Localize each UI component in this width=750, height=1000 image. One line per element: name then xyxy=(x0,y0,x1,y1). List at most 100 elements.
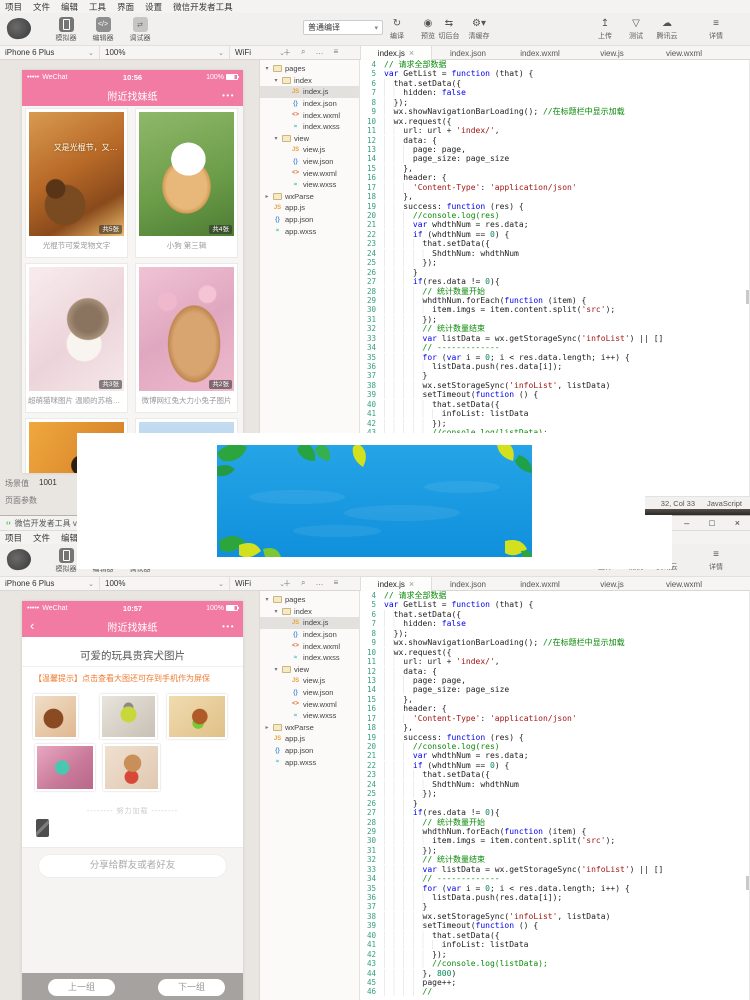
menu-设置[interactable]: 设置 xyxy=(145,1,162,13)
tab-close-icon[interactable]: × xyxy=(409,48,414,58)
menu-文件[interactable]: 文件 xyxy=(33,532,50,544)
tab-index.js[interactable]: index.js× xyxy=(360,46,432,60)
device-select[interactable]: iPhone 6 Plus⌄ xyxy=(0,577,100,590)
menu-文件[interactable]: 文件 xyxy=(33,1,50,13)
photo-card[interactable]: 又是光棍节，又…共5张光棍节可爱宠物文字 xyxy=(25,108,128,258)
photo-card[interactable]: 共4张小狗 第三辑 xyxy=(135,108,238,258)
zoom-select[interactable]: 100%⌄ xyxy=(100,577,230,590)
tree-item-pages[interactable]: ▾pages xyxy=(260,594,359,606)
compile-button[interactable]: ↻编译 xyxy=(384,17,410,41)
scrollbar[interactable] xyxy=(746,290,749,304)
search-icon[interactable]: ⌕ xyxy=(301,578,305,589)
tree-item-view.json[interactable]: {}view.json xyxy=(260,687,359,699)
photo-thumbnail[interactable] xyxy=(167,694,227,739)
simulator-button[interactable]: 模拟器 xyxy=(52,548,80,574)
tree-item-view[interactable]: ▾view xyxy=(260,664,359,676)
back-arrow-icon[interactable]: ‹ xyxy=(30,616,34,636)
tree-item-index.js[interactable]: JSindex.js xyxy=(260,617,359,629)
tab-index.js[interactable]: index.js× xyxy=(360,577,432,591)
menu-编辑[interactable]: 编辑 xyxy=(61,1,78,13)
menu-项目[interactable]: 项目 xyxy=(5,532,22,544)
tree-item-index.wxml[interactable]: <>index.wxml xyxy=(260,640,359,652)
share-button[interactable]: 分享给群友或者好友 xyxy=(38,854,227,878)
tree-item-index.wxss[interactable]: ≈index.wxss xyxy=(260,121,359,133)
tree-item-app.wxss[interactable]: ≈app.wxss xyxy=(260,225,359,237)
tree-item-view.js[interactable]: JSview.js xyxy=(260,675,359,687)
tree-item-app.json[interactable]: {}app.json xyxy=(260,214,359,226)
tree-item-app.json[interactable]: {}app.json xyxy=(260,745,359,757)
tree-item-app.js[interactable]: JSapp.js xyxy=(260,733,359,745)
close-button[interactable]: × xyxy=(735,518,740,528)
editor-button[interactable]: </>编辑器 xyxy=(89,17,117,43)
tab-view.wxml[interactable]: view.wxml xyxy=(648,577,720,591)
details-button[interactable]: ≡详情 xyxy=(703,17,729,41)
compile-mode-select[interactable]: 普通编译▾ xyxy=(303,20,383,35)
menu-项目[interactable]: 项目 xyxy=(5,1,22,13)
tab-close-icon[interactable]: × xyxy=(409,579,414,589)
tree-item-view.json[interactable]: {}view.json xyxy=(260,156,359,168)
tree-item-index.wxml[interactable]: <>index.wxml xyxy=(260,109,359,121)
menu-编辑[interactable]: 编辑 xyxy=(61,532,78,544)
device-select[interactable]: iPhone 6 Plus⌄ xyxy=(0,46,100,59)
more-icon[interactable]: … xyxy=(315,578,323,589)
tree-item-view.wxss[interactable]: ≈view.wxss xyxy=(260,179,359,191)
tree-item-view.wxml[interactable]: <>view.wxml xyxy=(260,698,359,710)
tab-view.wxml[interactable]: view.wxml xyxy=(648,46,720,60)
menu-dots-icon[interactable]: ••• xyxy=(222,622,235,631)
menu-工具[interactable]: 工具 xyxy=(89,1,106,13)
next-group-button[interactable]: 下一组 xyxy=(158,979,225,996)
tree-item-index.js[interactable]: JSindex.js xyxy=(260,86,359,98)
tab-view.js[interactable]: view.js xyxy=(576,577,648,591)
prev-group-button[interactable]: 上一组 xyxy=(48,979,115,996)
tree-item-app.wxss[interactable]: ≈app.wxss xyxy=(260,756,359,768)
tree-item-view.wxss[interactable]: ≈view.wxss xyxy=(260,710,359,722)
tree-item-app.js[interactable]: JSapp.js xyxy=(260,202,359,214)
clear-cache-button[interactable]: ⚙▾清缓存 xyxy=(466,17,492,41)
tree-item-index.json[interactable]: {}index.json xyxy=(260,98,359,110)
more-icon[interactable]: … xyxy=(315,47,323,58)
photo-thumbnail[interactable] xyxy=(103,744,160,791)
tree-item-index.wxss[interactable]: ≈index.wxss xyxy=(260,652,359,664)
menu-界面[interactable]: 界面 xyxy=(117,1,134,13)
menu-微信开发者工具[interactable]: 微信开发者工具 xyxy=(173,1,233,13)
minimize-button[interactable]: – xyxy=(684,518,689,528)
tab-index.json[interactable]: index.json xyxy=(432,577,504,591)
upload-button[interactable]: ↥上传 xyxy=(592,17,618,41)
simulator-button[interactable]: 模拟器 xyxy=(52,17,80,43)
debugger-button[interactable]: ⇄调试器 xyxy=(126,17,154,43)
tree-item-index.json[interactable]: {}index.json xyxy=(260,629,359,641)
tree-item-pages[interactable]: ▾pages xyxy=(260,63,359,75)
test-button[interactable]: ▽测试 xyxy=(623,17,649,41)
tree-item-wxParse[interactable]: ▸wxParse xyxy=(260,191,359,203)
add-file-icon[interactable]: ＋ xyxy=(283,47,291,58)
menu-dots-icon[interactable]: ••• xyxy=(222,91,235,100)
tab-index.json[interactable]: index.json xyxy=(432,46,504,60)
tree-item-view.wxml[interactable]: <>view.wxml xyxy=(260,167,359,179)
tencent-cloud-button[interactable]: ☁腾讯云 xyxy=(654,17,680,41)
tree-item-view.js[interactable]: JSview.js xyxy=(260,144,359,156)
tree-item-index[interactable]: ▾index xyxy=(260,75,359,87)
tree-item-wxParse[interactable]: ▸wxParse xyxy=(260,722,359,734)
search-icon[interactable]: ⌕ xyxy=(301,47,305,58)
tree-item-index[interactable]: ▾index xyxy=(260,606,359,618)
zoom-select[interactable]: 100%⌄ xyxy=(100,46,230,59)
photo-thumbnail[interactable] xyxy=(33,694,78,739)
network-select[interactable]: WiFi⌄ xyxy=(230,577,290,590)
collapse-all-icon[interactable]: ≡ xyxy=(333,578,338,589)
maximize-button[interactable]: □ xyxy=(709,518,714,528)
switch-background-button[interactable]: ⇆切后台 xyxy=(436,17,462,41)
tab-view.js[interactable]: view.js xyxy=(576,46,648,60)
code-editor[interactable]: 4// 请求全部数据5var GetList = function (that)… xyxy=(360,591,750,1000)
tree-item-view[interactable]: ▾view xyxy=(260,133,359,145)
add-file-icon[interactable]: ＋ xyxy=(283,578,291,589)
collapse-all-icon[interactable]: ≡ xyxy=(333,47,338,58)
photo-card[interactable]: 共2张微博网红兔大力小兔子图片 xyxy=(135,263,238,413)
tab-index.wxml[interactable]: index.wxml xyxy=(504,46,576,60)
scrollbar[interactable] xyxy=(746,876,749,890)
photo-thumbnail[interactable] xyxy=(100,694,157,739)
tab-index.wxml[interactable]: index.wxml xyxy=(504,577,576,591)
photo-card[interactable]: 共3张超萌猫咪图片 温顺的苏格兰折… xyxy=(25,263,128,413)
photo-thumbnail[interactable] xyxy=(35,744,95,791)
details-button[interactable]: ≡详情 xyxy=(703,548,729,572)
network-select[interactable]: WiFi⌄ xyxy=(230,46,290,59)
